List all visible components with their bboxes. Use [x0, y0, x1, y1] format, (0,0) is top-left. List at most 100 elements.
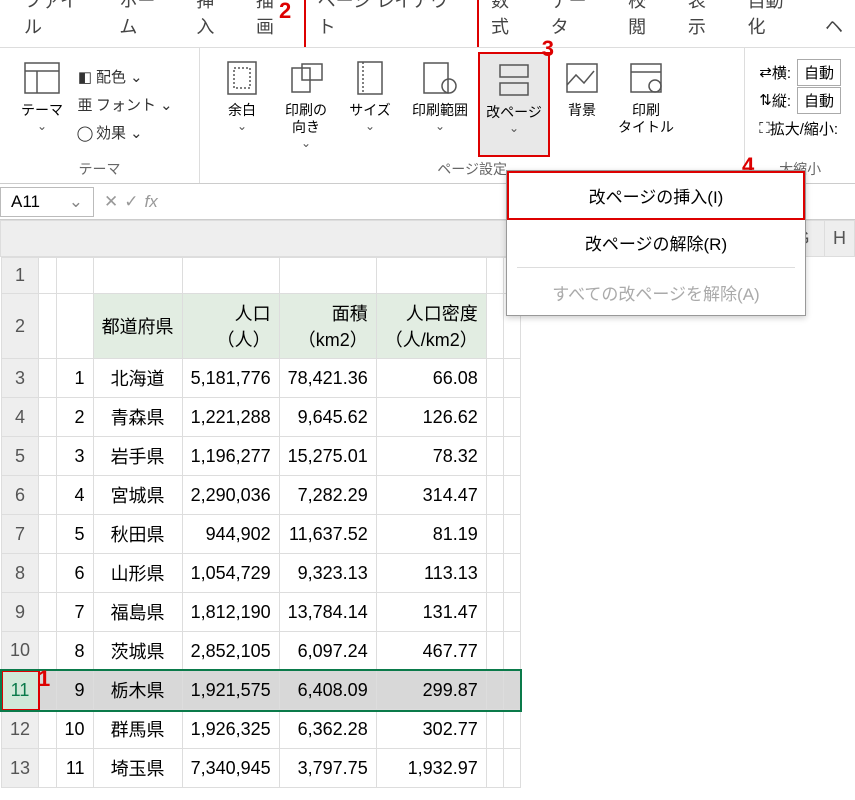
- table-row[interactable]: 42青森県1,221,2889,645.62126.62: [2, 398, 521, 437]
- header-density[interactable]: 人口密度 （人/km2）: [376, 294, 486, 359]
- header-pop[interactable]: 人口 （人）: [182, 294, 279, 359]
- cell-density[interactable]: 131.47: [376, 593, 486, 632]
- cell[interactable]: [503, 476, 520, 515]
- cell-density[interactable]: 78.32: [376, 437, 486, 476]
- cell-pref[interactable]: 埼玉県: [93, 749, 182, 788]
- table-row[interactable]: 64宮城県2,290,0367,282.29314.47: [2, 476, 521, 515]
- cell-pop[interactable]: 1,921,575: [182, 671, 279, 710]
- table-row[interactable]: 97福島県1,812,19013,784.14131.47: [2, 593, 521, 632]
- row-header[interactable]: 7: [2, 515, 39, 554]
- cell-density[interactable]: [376, 258, 486, 294]
- table-row[interactable]: 2 都道府県人口 （人）面積 （km2）人口密度 （人/km2）: [2, 294, 521, 359]
- cell[interactable]: [503, 515, 520, 554]
- cell[interactable]: [39, 294, 57, 359]
- cell-density[interactable]: 126.62: [376, 398, 486, 437]
- cell-pop[interactable]: 1,054,729: [182, 554, 279, 593]
- cell-area[interactable]: [279, 258, 376, 294]
- cell-index[interactable]: 3: [56, 437, 93, 476]
- row-header[interactable]: 12: [2, 710, 39, 749]
- cell[interactable]: [486, 398, 503, 437]
- cell-pref[interactable]: [93, 258, 182, 294]
- cell-pref[interactable]: 群馬県: [93, 710, 182, 749]
- cell[interactable]: [486, 258, 503, 294]
- cell[interactable]: [503, 359, 520, 398]
- cell[interactable]: [39, 258, 57, 294]
- table-row[interactable]: 1311埼玉県7,340,9453,797.751,932.97: [2, 749, 521, 788]
- cell[interactable]: [503, 749, 520, 788]
- cell-index[interactable]: 6: [56, 554, 93, 593]
- cell-area[interactable]: 78,421.36: [279, 359, 376, 398]
- cell-pref[interactable]: 青森県: [93, 398, 182, 437]
- cell-area[interactable]: 6,097.24: [279, 632, 376, 671]
- cell-pop[interactable]: 2,852,105: [182, 632, 279, 671]
- cell-pref[interactable]: 栃木県: [93, 671, 182, 710]
- cell[interactable]: [503, 632, 520, 671]
- row-header[interactable]: 2: [2, 294, 39, 359]
- tab-view[interactable]: 表示: [676, 0, 736, 47]
- col-H[interactable]: H: [825, 221, 855, 257]
- enter-icon[interactable]: ✓: [124, 192, 138, 212]
- remove-page-break-item[interactable]: 改ページの解除(R): [507, 220, 805, 265]
- cell[interactable]: [39, 515, 57, 554]
- cell[interactable]: [486, 359, 503, 398]
- cell-pref[interactable]: 山形県: [93, 554, 182, 593]
- cell-area[interactable]: 6,362.28: [279, 710, 376, 749]
- cell[interactable]: [39, 749, 57, 788]
- cell-pop[interactable]: 7,340,945: [182, 749, 279, 788]
- tab-file[interactable]: ファイル: [12, 0, 107, 47]
- height-value[interactable]: 自動: [797, 87, 841, 114]
- cell-pop[interactable]: 944,902: [182, 515, 279, 554]
- cell-pop[interactable]: 5,181,776: [182, 359, 279, 398]
- cell-pop[interactable]: 1,812,190: [182, 593, 279, 632]
- tab-draw[interactable]: 描画: [244, 0, 304, 47]
- cell-area[interactable]: 13,784.14: [279, 593, 376, 632]
- tab-formula[interactable]: 数式: [479, 0, 539, 47]
- cell-pop[interactable]: 2,290,036: [182, 476, 279, 515]
- cell-index[interactable]: 10: [56, 710, 93, 749]
- header-area[interactable]: 面積 （km2）: [279, 294, 376, 359]
- cell[interactable]: [39, 437, 57, 476]
- row-header[interactable]: 9: [2, 593, 39, 632]
- tab-help[interactable]: ヘ: [813, 3, 855, 47]
- cell-pop[interactable]: 1,926,325: [182, 710, 279, 749]
- cell[interactable]: [503, 671, 520, 710]
- orientation-button[interactable]: 印刷の 向き⌄: [274, 52, 338, 157]
- header-pref[interactable]: 都道府県: [93, 294, 182, 359]
- cell-area[interactable]: 9,645.62: [279, 398, 376, 437]
- cell-density[interactable]: 66.08: [376, 359, 486, 398]
- tab-insert[interactable]: 挿入: [184, 0, 244, 47]
- margins-button[interactable]: 余白⌄: [210, 52, 274, 157]
- cell-pref[interactable]: 茨城県: [93, 632, 182, 671]
- cell-density[interactable]: 1,932.97: [376, 749, 486, 788]
- cell[interactable]: [486, 294, 503, 359]
- cell[interactable]: [39, 710, 57, 749]
- cell[interactable]: [39, 359, 57, 398]
- effects-button[interactable]: ◯効果 ⌄: [74, 119, 173, 147]
- cell-density[interactable]: 467.77: [376, 632, 486, 671]
- cell-area[interactable]: 6,408.09: [279, 671, 376, 710]
- row-header[interactable]: 1: [2, 258, 39, 294]
- cell-density[interactable]: 314.47: [376, 476, 486, 515]
- cell-density[interactable]: 81.19: [376, 515, 486, 554]
- cell[interactable]: [503, 710, 520, 749]
- colors-button[interactable]: ◧配色 ⌄: [74, 63, 173, 91]
- cell[interactable]: [486, 710, 503, 749]
- page-breaks-button[interactable]: 改ページ ⌄ 3: [478, 52, 550, 157]
- table-row[interactable]: 53岩手県1,196,27715,275.0178.32: [2, 437, 521, 476]
- cell-pop[interactable]: 1,221,288: [182, 398, 279, 437]
- cell-index[interactable]: 9: [56, 671, 93, 710]
- height-control[interactable]: ⇅縦:自動: [759, 86, 841, 114]
- cell[interactable]: [39, 476, 57, 515]
- cell[interactable]: [486, 671, 503, 710]
- cell-area[interactable]: 11,637.52: [279, 515, 376, 554]
- name-box[interactable]: A11⌄: [0, 187, 94, 217]
- cell-area[interactable]: 9,323.13: [279, 554, 376, 593]
- scale-control[interactable]: ⛶拡大/縮小:: [759, 114, 841, 142]
- cell[interactable]: [39, 398, 57, 437]
- row-header[interactable]: 11: [2, 671, 39, 710]
- width-control[interactable]: ⇄横:自動: [759, 58, 841, 86]
- cell-pop[interactable]: 1,196,277: [182, 437, 279, 476]
- background-button[interactable]: 背景: [550, 52, 614, 157]
- table-row[interactable]: 31北海道5,181,77678,421.3666.08: [2, 359, 521, 398]
- cell[interactable]: [503, 398, 520, 437]
